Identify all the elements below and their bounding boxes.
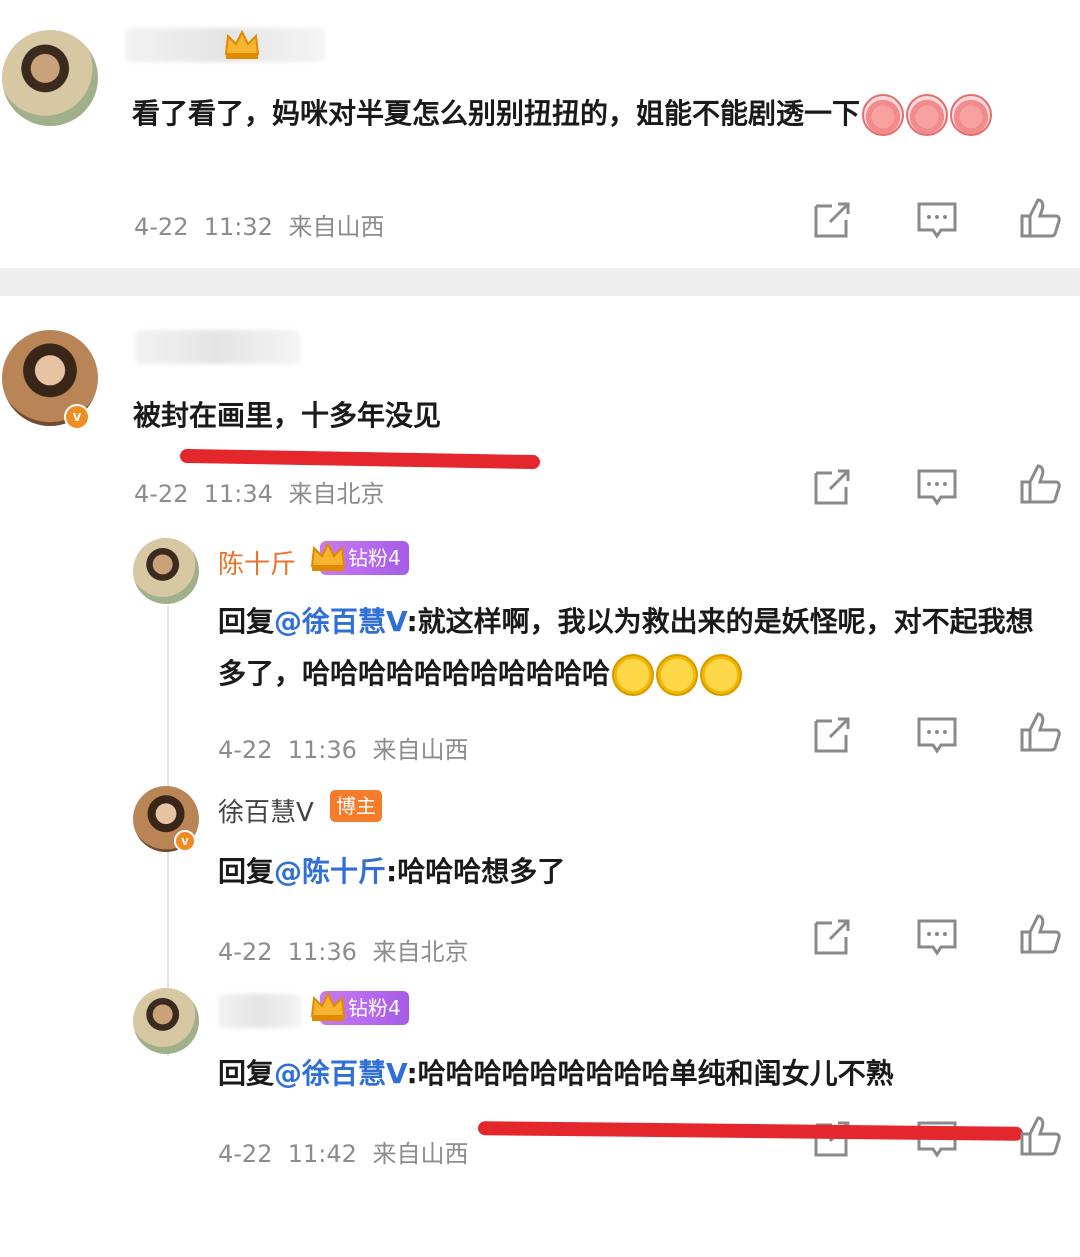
like-icon[interactable] [1018,196,1062,240]
laugh-cry-emoji-icon [656,654,699,696]
share-icon[interactable] [810,915,854,959]
reply-location: 来自山西 [372,1140,469,1168]
avatar[interactable] [133,538,199,604]
reply-username[interactable]: 陈十斤 [218,544,296,581]
reply-location: 来自山西 [372,736,469,764]
avatar[interactable] [2,30,98,126]
comment-location: 来自山西 [288,213,385,241]
pig-emoji-icon [906,94,949,136]
comment-time: 4-22 11:34 [134,480,273,508]
comment-icon[interactable] [915,915,959,959]
username-blurred[interactable] [218,994,302,1028]
reply-time: 4-22 11:36 [218,736,357,764]
like-icon[interactable] [1018,912,1062,956]
mention-link[interactable]: @徐百慧V [274,1057,406,1090]
highlight-underline [179,448,541,470]
comment-location: 来自北京 [288,480,385,508]
share-icon[interactable] [810,465,854,509]
comment-icon[interactable] [915,198,959,242]
laugh-cry-emoji-icon [700,654,743,696]
like-icon[interactable] [1018,462,1062,506]
section-divider [0,268,1080,296]
crown-icon [224,29,260,59]
v-verified-icon: v [174,830,196,852]
mention-link[interactable]: @陈十斤 [274,855,386,888]
reply-text-line2: 多了，哈哈哈哈哈哈哈哈哈哈哈 [218,652,743,696]
reply-text: 回复@陈十斤:哈哈哈想多了 [218,855,566,888]
reply-meta: 4-22 11:42 来自山西 [218,1134,469,1169]
reply-time: 4-22 11:36 [218,938,357,966]
reply-text: 回复@徐百慧V:哈哈哈哈哈哈哈哈哈单纯和闺女儿不熟 [218,1057,894,1090]
blogger-badge: 博主 [330,790,382,822]
pig-emoji-icon [862,94,905,136]
reply-time: 4-22 11:42 [218,1140,357,1168]
username-blurred[interactable] [135,330,300,364]
crown-icon [310,541,346,571]
comment-meta: 4-22 11:34 来自北京 [134,474,385,509]
share-icon[interactable] [810,198,854,242]
like-icon[interactable] [1018,710,1062,754]
comment-icon[interactable] [915,713,959,757]
mention-link[interactable]: @徐百慧V [274,605,406,638]
avatar[interactable] [133,988,199,1054]
comment-icon[interactable] [915,465,959,509]
reply-location: 来自北京 [372,938,469,966]
share-icon[interactable] [810,713,854,757]
comment-meta: 4-22 11:32 来自山西 [134,207,385,242]
reply-username[interactable]: 徐百慧V [218,792,314,829]
comment-text: 被封在画里，十多年没见 [133,399,442,432]
reply-text: 回复@徐百慧V:就这样啊，我以为救出来的是妖怪呢，对不起我想 [218,605,1034,638]
comment-time: 4-22 11:32 [134,213,273,241]
reply-meta: 4-22 11:36 来自北京 [218,932,469,967]
v-verified-icon: v [64,404,90,430]
reply-meta: 4-22 11:36 来自山西 [218,730,469,765]
pig-emoji-icon [950,94,993,136]
like-icon[interactable] [1018,1114,1062,1158]
comment-text: 看了看了，妈咪对半夏怎么别别扭扭的，姐能不能剧透一下 [132,92,993,136]
crown-icon [310,991,346,1021]
laugh-cry-emoji-icon [612,654,655,696]
